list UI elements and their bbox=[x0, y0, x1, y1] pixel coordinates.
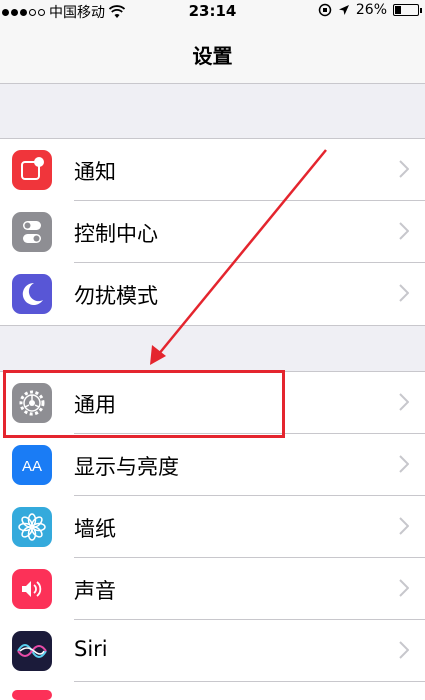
settings-row-display-brightness[interactable]: AA 显示与亮度 bbox=[0, 434, 425, 496]
svg-text:AA: AA bbox=[22, 458, 42, 475]
navigation-bar: 设置 bbox=[0, 22, 425, 84]
annotation-highlight-box bbox=[3, 370, 285, 438]
wallpaper-icon bbox=[12, 507, 52, 547]
chevron-right-icon bbox=[399, 160, 409, 178]
chevron-right-icon bbox=[399, 455, 409, 473]
status-bar: 中国移动 23:14 26% bbox=[0, 0, 425, 22]
partial-row-icon bbox=[12, 690, 52, 700]
chevron-right-icon bbox=[399, 517, 409, 535]
settings-row-label: 墙纸 bbox=[74, 517, 116, 541]
settings-row-partial[interactable] bbox=[0, 682, 425, 700]
settings-row-label: 控制中心 bbox=[74, 222, 158, 246]
control-center-icon bbox=[12, 212, 52, 252]
group-divider bbox=[0, 325, 425, 326]
chevron-right-icon bbox=[399, 393, 409, 411]
chevron-right-icon bbox=[399, 284, 409, 302]
settings-row-label: 通知 bbox=[74, 160, 116, 184]
battery-icon bbox=[393, 4, 422, 16]
chevron-right-icon bbox=[399, 222, 409, 240]
settings-row-siri[interactable]: Siri bbox=[0, 620, 425, 682]
page-title: 设置 bbox=[192, 44, 233, 68]
settings-row-label: 勿扰模式 bbox=[74, 284, 158, 308]
settings-row-do-not-disturb[interactable]: 勿扰模式 bbox=[0, 263, 425, 325]
display-brightness-icon: AA bbox=[12, 445, 52, 485]
notifications-icon bbox=[12, 150, 52, 190]
battery-percentage: 26% bbox=[355, 2, 387, 18]
location-icon bbox=[338, 5, 349, 15]
siri-icon bbox=[12, 631, 52, 671]
settings-row-label: 声音 bbox=[74, 579, 116, 603]
rotation-lock-icon bbox=[318, 3, 332, 17]
chevron-right-icon bbox=[399, 641, 409, 659]
settings-row-notifications[interactable]: 通知 bbox=[0, 139, 425, 201]
moon-icon bbox=[12, 274, 52, 314]
settings-row-label: Siri bbox=[74, 637, 108, 661]
settings-row-sounds[interactable]: 声音 bbox=[0, 558, 425, 620]
settings-row-wallpaper[interactable]: 墙纸 bbox=[0, 496, 425, 558]
status-right: 26% bbox=[318, 2, 422, 18]
speaker-icon bbox=[12, 569, 52, 609]
settings-row-control-center[interactable]: 控制中心 bbox=[0, 201, 425, 263]
chevron-right-icon bbox=[399, 579, 409, 597]
settings-row-label: 显示与亮度 bbox=[74, 455, 179, 479]
